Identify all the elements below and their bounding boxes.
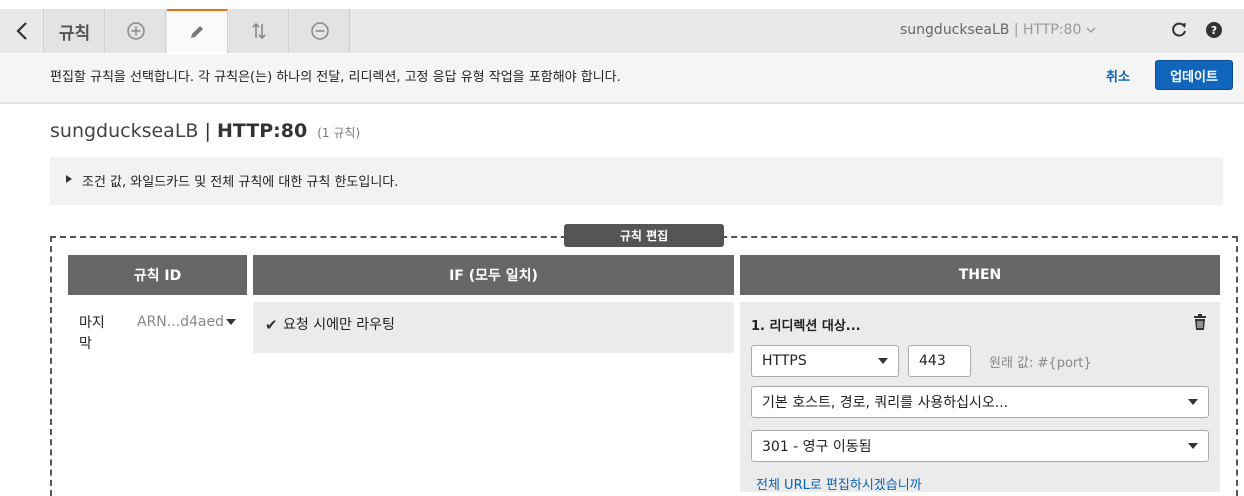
rules-tab[interactable]: 규칙 — [45, 9, 105, 53]
caret-down-icon[interactable] — [226, 319, 236, 325]
rule-count: (1 규칙) — [317, 126, 361, 140]
info-message: 편집할 규칙을 선택합니다. 각 규칙은(는) 하나의 전달, 리디렉션, 고정… — [50, 70, 621, 85]
if-condition-box: ✔ 요청 시에만 라우팅 — [253, 302, 734, 353]
title-listener: HTTP:80 — [216, 120, 308, 142]
column-header-then: THEN — [740, 255, 1220, 295]
status-code-select[interactable]: 301 - 영구 이동됨 — [751, 430, 1209, 462]
host-path-query-value: 기본 호스트, 경로, 쿼리를 사용하십시오... — [762, 395, 1009, 411]
cancel-button[interactable]: 취소 — [1106, 66, 1130, 85]
toolbar-spacer — [352, 9, 1244, 53]
top-toolbar: 규칙 sungduckseaLB | HTTP:80 ? — [0, 9, 1244, 53]
lb-name: sungduckseaLB — [900, 22, 1010, 38]
add-rule-button[interactable] — [106, 9, 166, 53]
chevron-left-icon — [15, 22, 27, 40]
limits-text: 조건 값, 와일드카드 및 전체 규칙에 대한 규칙 한도입니다. — [82, 175, 399, 190]
plus-circle-icon — [126, 22, 145, 40]
chevron-down-icon — [1086, 27, 1096, 33]
if-condition-text: 요청 시에만 라우팅 — [283, 317, 395, 333]
rule-edit-label: 규칙 편집 — [564, 224, 724, 247]
refresh-icon — [1172, 22, 1186, 37]
help-icon[interactable]: ? — [1206, 22, 1222, 38]
protocol-value: HTTPS — [762, 353, 807, 369]
port-input[interactable]: 443 — [908, 345, 971, 377]
edit-rules-button[interactable] — [167, 9, 228, 53]
listener-name: HTTP:80 — [1023, 22, 1082, 38]
caret-down-icon — [878, 358, 888, 364]
rule-position: 마지막 — [79, 315, 105, 352]
refresh-button[interactable] — [1170, 19, 1190, 41]
title-separator: | — [204, 120, 211, 142]
host-path-query-select[interactable]: 기본 호스트, 경로, 쿼리를 사용하십시오... — [751, 386, 1209, 418]
original-value-hint: 원래 값: #{port} — [989, 356, 1092, 371]
minus-circle-icon — [310, 22, 329, 40]
delete-rules-button[interactable] — [290, 9, 350, 53]
caret-right-icon — [66, 175, 72, 183]
action-title: 1. 리디렉션 대상... — [751, 319, 861, 334]
column-header-if: IF (모두 일치) — [253, 255, 734, 295]
info-bar: 편집할 규칙을 선택합니다. 각 규칙은(는) 하나의 전달, 리디렉션, 고정… — [0, 54, 1244, 104]
checkmark-icon: ✔ — [265, 316, 278, 334]
pencil-icon — [191, 26, 203, 38]
back-button[interactable] — [0, 9, 44, 53]
limits-expander[interactable]: 조건 값, 와일드카드 및 전체 규칙에 대한 규칙 한도입니다. — [50, 157, 1223, 205]
caret-down-icon — [1188, 399, 1198, 405]
status-code-value: 301 - 영구 이동됨 — [762, 439, 872, 455]
title-lb-name: sungduckseaLB — [50, 120, 199, 142]
edit-full-url-link[interactable]: 전체 URL로 편집하시겠습니까 — [756, 474, 922, 493]
caret-down-icon — [1188, 443, 1198, 449]
listener-selector[interactable]: sungduckseaLB | HTTP:80 — [900, 22, 1096, 38]
update-button[interactable]: 업데이트 — [1155, 60, 1233, 90]
trash-icon[interactable] — [1193, 314, 1207, 330]
column-header-rule-id: 규칙 ID — [68, 255, 247, 295]
separator: | — [1013, 22, 1024, 38]
protocol-select[interactable]: HTTPS — [751, 345, 899, 377]
reorder-arrows-icon — [251, 22, 266, 40]
rule-arn-dropdown[interactable]: ARN...d4aed — [137, 314, 224, 330]
page-title: sungduckseaLB | HTTP:80 (1 규칙) — [50, 120, 360, 142]
then-action-box: 1. 리디렉션 대상... HTTPS 443 원래 값: #{port} 기본… — [740, 302, 1220, 493]
reorder-rules-button[interactable] — [229, 9, 289, 53]
